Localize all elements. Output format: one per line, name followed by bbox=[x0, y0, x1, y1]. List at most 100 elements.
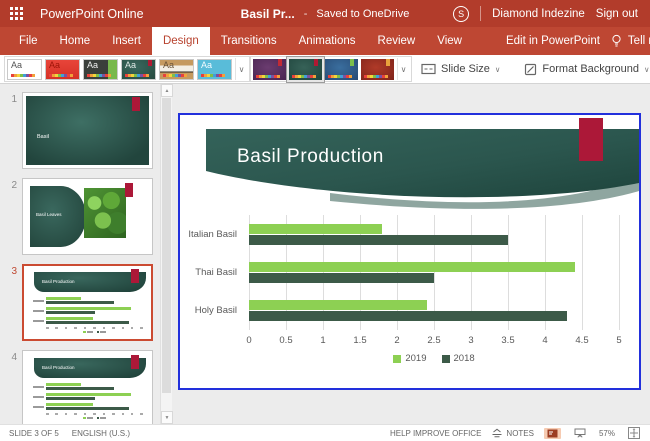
legend-swatch bbox=[393, 355, 401, 363]
tell-me-button[interactable]: Tell me what you want to do bbox=[611, 27, 650, 55]
sign-out-button[interactable]: Sign out bbox=[596, 8, 638, 20]
thumbnail-title: Basil Production bbox=[42, 279, 75, 284]
scrollbar-thumb[interactable] bbox=[162, 98, 171, 393]
format-background-button[interactable]: Format Background ∨ bbox=[515, 56, 650, 82]
chevron-down-icon: ∨ bbox=[644, 65, 650, 74]
variant-thumbnail-red[interactable] bbox=[361, 59, 394, 80]
fit-to-window-icon bbox=[628, 427, 640, 439]
format-background-label: Format Background bbox=[542, 63, 639, 75]
slideshow-view-button[interactable] bbox=[571, 427, 589, 439]
bookmark-ribbon-shape bbox=[579, 118, 603, 161]
variant-thumbnail-green[interactable] bbox=[289, 59, 322, 80]
bookmark-ribbon-shape bbox=[132, 97, 140, 111]
variant-thumbnail-blue[interactable] bbox=[325, 59, 358, 80]
theme-thumbnail-sky[interactable]: Aa bbox=[197, 59, 232, 80]
editing-view-icon bbox=[547, 429, 558, 438]
slide-canvas[interactable]: Basil Production Italian BasilThai Basil… bbox=[178, 113, 641, 390]
tab-view[interactable]: View bbox=[426, 27, 473, 55]
app-title: PowerPoint Online bbox=[40, 7, 144, 21]
tab-review[interactable]: Review bbox=[367, 27, 427, 55]
tab-file[interactable]: File bbox=[8, 27, 49, 55]
chart-bar-2019[interactable] bbox=[249, 300, 427, 310]
zoom-level[interactable]: 57% bbox=[599, 429, 615, 438]
bookmark-ribbon-shape bbox=[131, 269, 139, 283]
chart-axis-ticks: 00.511.522.533.544.55 bbox=[249, 335, 619, 347]
workspace: 1Basil2Basil Leaves3Basil Production4Bas… bbox=[0, 84, 650, 424]
ribbon-tab-bar: FileHomeInsertDesignTransitionsAnimation… bbox=[0, 27, 650, 55]
account-area: S Diamond Indezine Sign out bbox=[453, 6, 638, 22]
skype-icon[interactable]: S bbox=[453, 6, 469, 22]
scroll-up-button[interactable]: ▲ bbox=[161, 84, 173, 97]
slide-counter: SLIDE 3 OF 5 bbox=[9, 429, 59, 438]
document-title[interactable]: Basil Pr... bbox=[241, 7, 295, 21]
chart-bar-row bbox=[249, 215, 619, 253]
chart-bar-row bbox=[249, 292, 619, 330]
axis-tick-label: 0.5 bbox=[279, 335, 292, 346]
variant-thumbnail-purple[interactable] bbox=[253, 59, 286, 80]
axis-tick-label: 0 bbox=[246, 335, 251, 346]
slide-title-text[interactable]: Basil Production bbox=[237, 146, 384, 168]
theme-thumbnail-teal[interactable]: Aa bbox=[121, 59, 156, 80]
chart-bar-2019[interactable] bbox=[249, 224, 382, 234]
axis-tick-label: 3 bbox=[468, 335, 473, 346]
legend-item-2019: 2019 bbox=[393, 353, 426, 364]
slide-thumbnail-3[interactable]: 3Basil Production bbox=[0, 264, 160, 341]
tell-me-label: Tell me what you want to do bbox=[628, 35, 650, 47]
mini-chart bbox=[33, 383, 143, 419]
scroll-down-button[interactable]: ▼ bbox=[161, 411, 173, 424]
slide-size-icon bbox=[421, 63, 436, 75]
slide-thumbnail-2[interactable]: 2Basil Leaves bbox=[0, 178, 160, 255]
chart-plot-area[interactable] bbox=[249, 215, 619, 330]
chart-bar-2019[interactable] bbox=[249, 262, 575, 272]
legend-item-2018: 2018 bbox=[442, 353, 475, 364]
slide-number: 4 bbox=[0, 350, 22, 424]
thumbnail-scrollbar[interactable]: ▲ ▼ bbox=[160, 84, 172, 424]
slide-thumbnail-1[interactable]: 1 Basil bbox=[0, 92, 160, 169]
theme-thumbnail-wood[interactable]: Aa bbox=[159, 59, 194, 80]
variants-gallery-more-button[interactable]: ∨ bbox=[397, 58, 409, 80]
slide-number: 2 bbox=[0, 178, 22, 255]
app-launcher-icon[interactable] bbox=[10, 7, 23, 20]
chart-category-label: Thai Basil bbox=[180, 253, 244, 291]
axis-tick-label: 4 bbox=[542, 335, 547, 346]
theme-thumbnail-white[interactable]: Aa bbox=[7, 59, 42, 80]
axis-tick-label: 5 bbox=[616, 335, 621, 346]
chevron-down-icon: ∨ bbox=[495, 65, 501, 74]
fit-to-window-button[interactable] bbox=[625, 426, 643, 440]
help-improve-office-link[interactable]: HELP IMPROVE OFFICE bbox=[390, 429, 481, 438]
notes-label: NOTES bbox=[506, 429, 534, 438]
thumbnail-title: Basil bbox=[37, 134, 49, 140]
slideshow-icon bbox=[574, 428, 586, 438]
axis-tick-label: 2.5 bbox=[427, 335, 440, 346]
slide-size-button[interactable]: Slide Size ∨ bbox=[412, 56, 509, 82]
tab-insert[interactable]: Insert bbox=[101, 27, 152, 55]
tab-home[interactable]: Home bbox=[49, 27, 102, 55]
tab-design[interactable]: Design bbox=[152, 27, 210, 55]
chart-bar-2018[interactable] bbox=[249, 311, 567, 321]
slide-thumbnail-4[interactable]: 4Basil Production bbox=[0, 350, 160, 424]
slide-number: 1 bbox=[0, 92, 22, 169]
chart-legend: 2019 2018 bbox=[249, 353, 619, 364]
theme-thumbnail-charcoal[interactable]: Aa bbox=[83, 59, 118, 80]
bookmark-ribbon-shape bbox=[131, 355, 139, 369]
chart-bar-2018[interactable] bbox=[249, 273, 434, 283]
themes-gallery-more-button[interactable]: ∨ bbox=[235, 58, 247, 80]
chart-bar-2018[interactable] bbox=[249, 235, 508, 245]
tab-animations[interactable]: Animations bbox=[288, 27, 367, 55]
variants-gallery: ∨ bbox=[250, 56, 412, 82]
format-background-icon bbox=[524, 63, 537, 76]
title-separator: - bbox=[304, 8, 308, 20]
user-name[interactable]: Diamond Indezine bbox=[492, 8, 585, 20]
chart-category-label: Holy Basil bbox=[180, 292, 244, 330]
language-indicator[interactable]: ENGLISH (U.S.) bbox=[72, 429, 130, 438]
axis-tick-label: 2 bbox=[394, 335, 399, 346]
theme-thumbnail-red[interactable]: Aa bbox=[45, 59, 80, 80]
editing-view-button[interactable] bbox=[544, 428, 561, 439]
slide-size-label: Slide Size bbox=[441, 63, 490, 75]
tab-edit-in-powerpoint[interactable]: Edit in PowerPoint bbox=[495, 27, 611, 55]
tab-transitions[interactable]: Transitions bbox=[210, 27, 288, 55]
lightbulb-icon bbox=[611, 34, 622, 48]
notes-icon bbox=[491, 428, 503, 438]
powerpoint-online-window: PowerPoint Online Basil Pr... - Saved to… bbox=[0, 0, 650, 441]
notes-button[interactable]: NOTES bbox=[491, 428, 534, 438]
